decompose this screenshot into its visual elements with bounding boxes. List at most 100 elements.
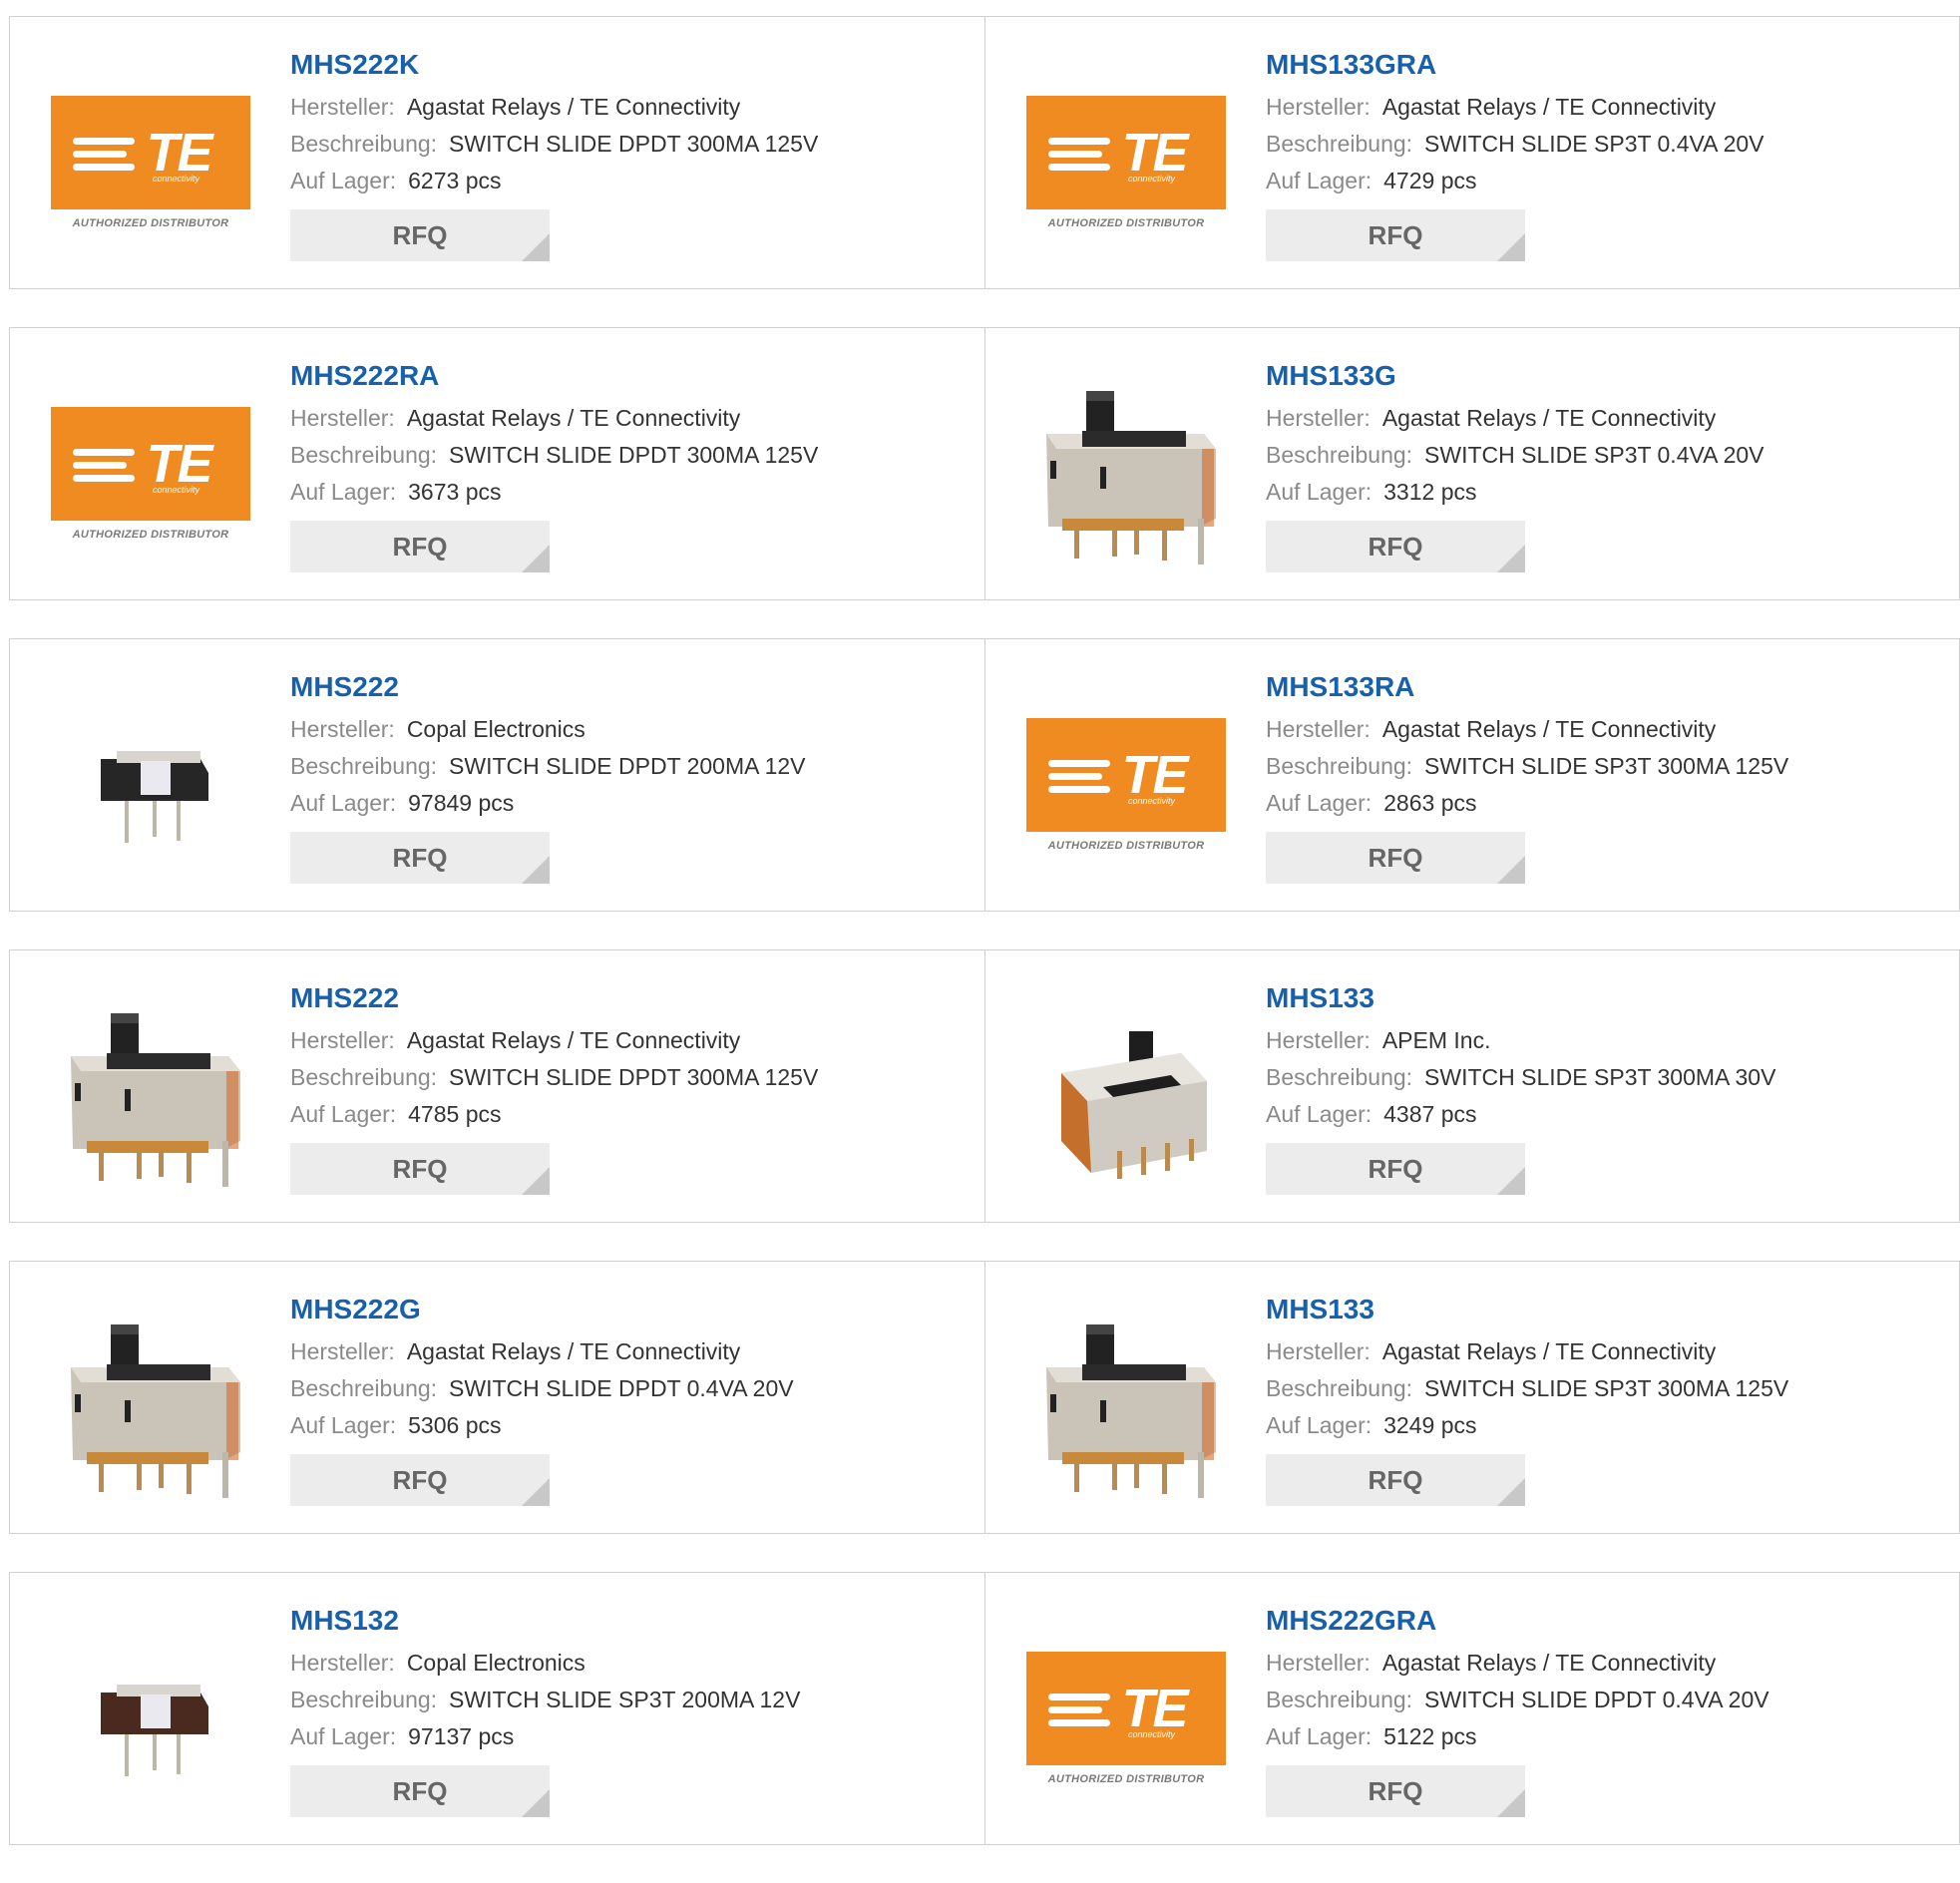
product-row: MHS132 Hersteller: Copal Electronics Beschr… bbox=[9, 1572, 1960, 1845]
rfq-button[interactable]: RFQ bbox=[1266, 209, 1525, 261]
product-name-link[interactable]: MHS132 bbox=[290, 1603, 975, 1639]
stock-label: Auf Lager: bbox=[1266, 479, 1372, 505]
rfq-label: RFQ bbox=[1368, 219, 1423, 250]
rfq-button[interactable]: RFQ bbox=[1266, 521, 1525, 572]
product-row: MHS222G Hersteller: Agastat Relays / TE Co… bbox=[9, 1261, 1960, 1534]
corner-triangle-icon bbox=[1497, 545, 1525, 572]
product-image[interactable] bbox=[50, 1621, 251, 1816]
te-connectivity-logo: TE connectivity AUTHORIZED DISTRIBUTOR bbox=[51, 407, 250, 541]
product-name-link[interactable]: MHS222 bbox=[290, 980, 975, 1016]
product-name-link[interactable]: MHS133 bbox=[1266, 1292, 1949, 1327]
product-card: TE connectivity AUTHORIZED DISTRIBUTOR MHS1… bbox=[984, 17, 1959, 288]
manufacturer-label: Hersteller: bbox=[290, 716, 395, 742]
manufacturer-value: Agastat Relays / TE Connectivity bbox=[406, 94, 741, 120]
description-line: Beschreibung: SWITCH SLIDE SP3T 200MA 12V bbox=[290, 1682, 975, 1718]
description-label: Beschreibung: bbox=[1266, 753, 1413, 779]
description-line: Beschreibung: SWITCH SLIDE SP3T 0.4VA 20V bbox=[1266, 126, 1949, 163]
description-value: SWITCH SLIDE SP3T 0.4VA 20V bbox=[1424, 442, 1764, 468]
rfq-button[interactable]: RFQ bbox=[1266, 1454, 1525, 1506]
stock-line: Auf Lager: 4387 pcs bbox=[1266, 1096, 1949, 1133]
rfq-button[interactable]: RFQ bbox=[290, 521, 550, 572]
product-info: MHS222RA Hersteller: Agastat Relays / TE C… bbox=[290, 358, 975, 572]
te-connectivity-logo: TE connectivity AUTHORIZED DISTRIBUTOR bbox=[51, 96, 250, 229]
manufacturer-value: Agastat Relays / TE Connectivity bbox=[406, 1338, 741, 1364]
product-image[interactable] bbox=[1025, 1310, 1227, 1505]
manufacturer-value: APEM Inc. bbox=[1381, 1027, 1491, 1053]
product-card: MHS133 Hersteller: Agastat Relays / TE Con… bbox=[984, 1262, 1959, 1533]
rfq-button[interactable]: RFQ bbox=[290, 832, 550, 884]
product-info: MHS133GRA Hersteller: Agastat Relays / TE … bbox=[1266, 47, 1949, 261]
manufacturer-label: Hersteller: bbox=[290, 405, 395, 431]
product-image[interactable]: TE connectivity AUTHORIZED DISTRIBUTOR bbox=[1025, 687, 1227, 883]
product-name-link[interactable]: MHS222GRA bbox=[1266, 1603, 1949, 1639]
stock-value: 5122 pcs bbox=[1383, 1723, 1477, 1749]
manufacturer-value: Agastat Relays / TE Connectivity bbox=[1381, 405, 1717, 431]
product-image[interactable] bbox=[1025, 998, 1227, 1194]
description-label: Beschreibung: bbox=[290, 1687, 438, 1712]
product-image[interactable]: TE connectivity AUTHORIZED DISTRIBUTOR bbox=[1025, 1621, 1227, 1816]
description-value: SWITCH SLIDE SP3T 300MA 125V bbox=[1424, 1375, 1789, 1401]
manufacturer-line: Hersteller: Agastat Relays / TE Connectiv… bbox=[1266, 1645, 1949, 1682]
product-image[interactable]: TE connectivity AUTHORIZED DISTRIBUTOR bbox=[50, 65, 251, 260]
product-name-link[interactable]: MHS222RA bbox=[290, 358, 975, 394]
stock-label: Auf Lager: bbox=[290, 479, 397, 505]
corner-triangle-icon bbox=[1497, 233, 1525, 261]
product-grid: TE connectivity AUTHORIZED DISTRIBUTOR MHS2… bbox=[9, 16, 1960, 1883]
rfq-label: RFQ bbox=[1368, 1775, 1423, 1806]
description-label: Beschreibung: bbox=[1266, 131, 1413, 157]
manufacturer-label: Hersteller: bbox=[290, 1027, 395, 1053]
stock-label: Auf Lager: bbox=[290, 1101, 397, 1127]
description-value: SWITCH SLIDE DPDT 200MA 12V bbox=[449, 753, 806, 779]
stock-label: Auf Lager: bbox=[1266, 1723, 1372, 1749]
corner-triangle-icon bbox=[1497, 1789, 1525, 1817]
rfq-button[interactable]: RFQ bbox=[1266, 832, 1525, 884]
product-name-link[interactable]: MHS133 bbox=[1266, 980, 1949, 1016]
product-image[interactable]: TE connectivity AUTHORIZED DISTRIBUTOR bbox=[1025, 65, 1227, 260]
product-image[interactable]: TE connectivity AUTHORIZED DISTRIBUTOR bbox=[50, 376, 251, 571]
stock-value: 4785 pcs bbox=[408, 1101, 502, 1127]
stock-line: Auf Lager: 5122 pcs bbox=[1266, 1718, 1949, 1755]
rfq-button[interactable]: RFQ bbox=[1266, 1765, 1525, 1817]
description-line: Beschreibung: SWITCH SLIDE DPDT 300MA 125… bbox=[290, 1059, 975, 1096]
corner-triangle-icon bbox=[1497, 1167, 1525, 1195]
product-info: MHS133 Hersteller: Agastat Relays / TE Con… bbox=[1266, 1292, 1949, 1506]
description-line: Beschreibung: SWITCH SLIDE SP3T 0.4VA 20V bbox=[1266, 437, 1949, 474]
rfq-button[interactable]: RFQ bbox=[290, 1765, 550, 1817]
corner-triangle-icon bbox=[522, 1789, 550, 1817]
manufacturer-label: Hersteller: bbox=[290, 1338, 395, 1364]
product-name-link[interactable]: MHS222K bbox=[290, 47, 975, 83]
rfq-button[interactable]: RFQ bbox=[1266, 1143, 1525, 1195]
product-name-link[interactable]: MHS133GRA bbox=[1266, 47, 1949, 83]
rfq-button[interactable]: RFQ bbox=[290, 209, 550, 261]
description-label: Beschreibung: bbox=[290, 131, 438, 157]
corner-triangle-icon bbox=[522, 1478, 550, 1506]
stock-line: Auf Lager: 3673 pcs bbox=[290, 474, 975, 511]
rfq-button[interactable]: RFQ bbox=[290, 1454, 550, 1506]
product-image[interactable] bbox=[50, 1310, 251, 1505]
product-name-link[interactable]: MHS133RA bbox=[1266, 669, 1949, 705]
product-info: MHS222 Hersteller: Copal Electronics Beschr… bbox=[290, 669, 975, 884]
rfq-label: RFQ bbox=[1368, 1464, 1423, 1495]
description-label: Beschreibung: bbox=[1266, 1064, 1413, 1090]
product-name-link[interactable]: MHS222 bbox=[290, 669, 975, 705]
product-name-link[interactable]: MHS133G bbox=[1266, 358, 1949, 394]
product-info: MHS133 Hersteller: APEM Inc. Beschreibung: S… bbox=[1266, 980, 1949, 1195]
product-image[interactable] bbox=[1025, 376, 1227, 571]
slide-switch-image bbox=[71, 1013, 240, 1187]
corner-triangle-icon bbox=[522, 545, 550, 572]
manufacturer-line: Hersteller: Agastat Relays / TE Connectiv… bbox=[290, 1022, 975, 1059]
description-label: Beschreibung: bbox=[290, 753, 438, 779]
rfq-label: RFQ bbox=[392, 1464, 448, 1495]
manufacturer-label: Hersteller: bbox=[1266, 716, 1371, 742]
product-row: MHS222 Hersteller: Copal Electronics Beschr… bbox=[9, 638, 1960, 912]
product-row: TE connectivity AUTHORIZED DISTRIBUTOR MHS2… bbox=[9, 16, 1960, 289]
product-info: MHS222GRA Hersteller: Agastat Relays / TE … bbox=[1266, 1603, 1949, 1817]
rfq-label: RFQ bbox=[1368, 842, 1423, 873]
rfq-label: RFQ bbox=[1368, 1153, 1423, 1184]
product-name-link[interactable]: MHS222G bbox=[290, 1292, 975, 1327]
slide-switch-image bbox=[101, 1685, 208, 1776]
product-image[interactable] bbox=[50, 687, 251, 883]
product-image[interactable] bbox=[50, 998, 251, 1194]
rfq-label: RFQ bbox=[392, 842, 448, 873]
rfq-button[interactable]: RFQ bbox=[290, 1143, 550, 1195]
